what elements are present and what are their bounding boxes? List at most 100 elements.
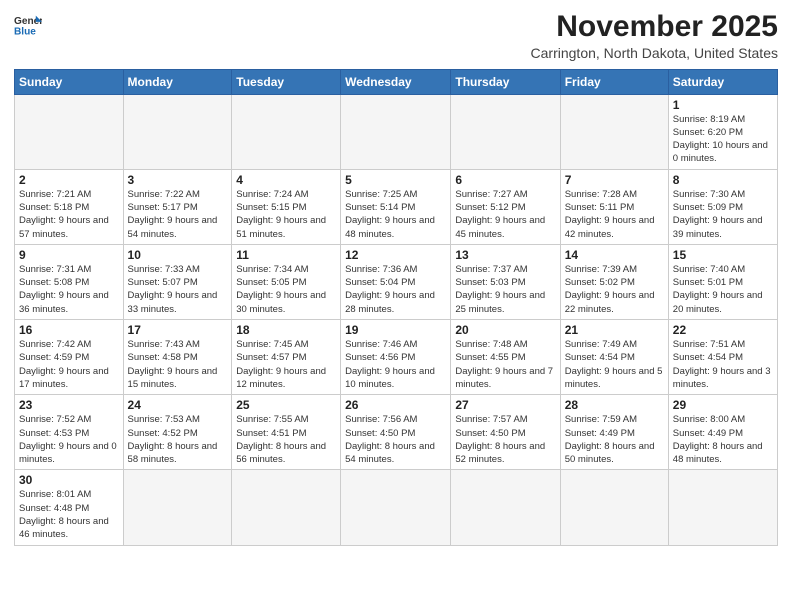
day-number: 18 xyxy=(236,323,336,337)
calendar-subtitle: Carrington, North Dakota, United States xyxy=(531,45,778,61)
calendar-cell xyxy=(560,470,668,545)
calendar-cell: 11Sunrise: 7:34 AM Sunset: 5:05 PM Dayli… xyxy=(232,244,341,319)
day-info: Sunrise: 7:37 AM Sunset: 5:03 PM Dayligh… xyxy=(455,263,555,316)
header-sunday: Sunday xyxy=(15,69,124,94)
calendar-cell xyxy=(560,94,668,169)
day-info: Sunrise: 8:00 AM Sunset: 4:49 PM Dayligh… xyxy=(673,413,773,466)
day-info: Sunrise: 7:22 AM Sunset: 5:17 PM Dayligh… xyxy=(128,188,228,241)
header-monday: Monday xyxy=(123,69,232,94)
header-saturday: Saturday xyxy=(668,69,777,94)
calendar-cell: 3Sunrise: 7:22 AM Sunset: 5:17 PM Daylig… xyxy=(123,169,232,244)
page: General Blue November 2025 Carrington, N… xyxy=(0,0,792,612)
day-info: Sunrise: 7:25 AM Sunset: 5:14 PM Dayligh… xyxy=(345,188,446,241)
calendar-cell xyxy=(341,470,451,545)
calendar-cell: 18Sunrise: 7:45 AM Sunset: 4:57 PM Dayli… xyxy=(232,320,341,395)
calendar-cell: 7Sunrise: 7:28 AM Sunset: 5:11 PM Daylig… xyxy=(560,169,668,244)
calendar-week-row: 30Sunrise: 8:01 AM Sunset: 4:48 PM Dayli… xyxy=(15,470,778,545)
day-info: Sunrise: 7:43 AM Sunset: 4:58 PM Dayligh… xyxy=(128,338,228,391)
day-number: 24 xyxy=(128,398,228,412)
calendar-week-row: 1Sunrise: 8:19 AM Sunset: 6:20 PM Daylig… xyxy=(15,94,778,169)
day-number: 30 xyxy=(19,473,119,487)
day-info: Sunrise: 7:59 AM Sunset: 4:49 PM Dayligh… xyxy=(565,413,664,466)
day-number: 21 xyxy=(565,323,664,337)
day-info: Sunrise: 7:57 AM Sunset: 4:50 PM Dayligh… xyxy=(455,413,555,466)
day-number: 13 xyxy=(455,248,555,262)
calendar-cell xyxy=(232,94,341,169)
calendar-cell: 10Sunrise: 7:33 AM Sunset: 5:07 PM Dayli… xyxy=(123,244,232,319)
day-info: Sunrise: 7:56 AM Sunset: 4:50 PM Dayligh… xyxy=(345,413,446,466)
day-info: Sunrise: 8:01 AM Sunset: 4:48 PM Dayligh… xyxy=(19,488,119,541)
day-info: Sunrise: 8:19 AM Sunset: 6:20 PM Dayligh… xyxy=(673,113,773,166)
calendar-cell: 1Sunrise: 8:19 AM Sunset: 6:20 PM Daylig… xyxy=(668,94,777,169)
day-number: 6 xyxy=(455,173,555,187)
calendar-cell: 5Sunrise: 7:25 AM Sunset: 5:14 PM Daylig… xyxy=(341,169,451,244)
day-info: Sunrise: 7:33 AM Sunset: 5:07 PM Dayligh… xyxy=(128,263,228,316)
day-info: Sunrise: 7:51 AM Sunset: 4:54 PM Dayligh… xyxy=(673,338,773,391)
day-info: Sunrise: 7:53 AM Sunset: 4:52 PM Dayligh… xyxy=(128,413,228,466)
day-info: Sunrise: 7:21 AM Sunset: 5:18 PM Dayligh… xyxy=(19,188,119,241)
day-info: Sunrise: 7:24 AM Sunset: 5:15 PM Dayligh… xyxy=(236,188,336,241)
calendar-cell: 4Sunrise: 7:24 AM Sunset: 5:15 PM Daylig… xyxy=(232,169,341,244)
calendar-cell xyxy=(232,470,341,545)
calendar-cell: 2Sunrise: 7:21 AM Sunset: 5:18 PM Daylig… xyxy=(15,169,124,244)
calendar-cell: 17Sunrise: 7:43 AM Sunset: 4:58 PM Dayli… xyxy=(123,320,232,395)
calendar-cell xyxy=(15,94,124,169)
header-thursday: Thursday xyxy=(451,69,560,94)
calendar-cell: 23Sunrise: 7:52 AM Sunset: 4:53 PM Dayli… xyxy=(15,395,124,470)
calendar-cell xyxy=(451,470,560,545)
day-number: 7 xyxy=(565,173,664,187)
day-number: 26 xyxy=(345,398,446,412)
generalblue-logo-icon: General Blue xyxy=(14,14,42,36)
day-number: 25 xyxy=(236,398,336,412)
day-info: Sunrise: 7:31 AM Sunset: 5:08 PM Dayligh… xyxy=(19,263,119,316)
day-info: Sunrise: 7:28 AM Sunset: 5:11 PM Dayligh… xyxy=(565,188,664,241)
header-friday: Friday xyxy=(560,69,668,94)
day-number: 5 xyxy=(345,173,446,187)
day-info: Sunrise: 7:55 AM Sunset: 4:51 PM Dayligh… xyxy=(236,413,336,466)
day-number: 28 xyxy=(565,398,664,412)
day-number: 8 xyxy=(673,173,773,187)
day-number: 20 xyxy=(455,323,555,337)
calendar-title: November 2025 xyxy=(531,10,778,45)
day-number: 15 xyxy=(673,248,773,262)
calendar-table: Sunday Monday Tuesday Wednesday Thursday… xyxy=(14,69,778,546)
logo: General Blue xyxy=(14,14,42,36)
calendar-cell xyxy=(451,94,560,169)
calendar-cell: 16Sunrise: 7:42 AM Sunset: 4:59 PM Dayli… xyxy=(15,320,124,395)
day-info: Sunrise: 7:45 AM Sunset: 4:57 PM Dayligh… xyxy=(236,338,336,391)
calendar-week-row: 16Sunrise: 7:42 AM Sunset: 4:59 PM Dayli… xyxy=(15,320,778,395)
calendar-cell xyxy=(123,470,232,545)
day-number: 16 xyxy=(19,323,119,337)
day-info: Sunrise: 7:39 AM Sunset: 5:02 PM Dayligh… xyxy=(565,263,664,316)
day-info: Sunrise: 7:27 AM Sunset: 5:12 PM Dayligh… xyxy=(455,188,555,241)
day-number: 1 xyxy=(673,98,773,112)
calendar-body: 1Sunrise: 8:19 AM Sunset: 6:20 PM Daylig… xyxy=(15,94,778,545)
day-number: 29 xyxy=(673,398,773,412)
calendar-header: Sunday Monday Tuesday Wednesday Thursday… xyxy=(15,69,778,94)
svg-text:Blue: Blue xyxy=(14,26,36,36)
day-info: Sunrise: 7:36 AM Sunset: 5:04 PM Dayligh… xyxy=(345,263,446,316)
calendar-cell: 15Sunrise: 7:40 AM Sunset: 5:01 PM Dayli… xyxy=(668,244,777,319)
day-number: 14 xyxy=(565,248,664,262)
calendar-cell: 28Sunrise: 7:59 AM Sunset: 4:49 PM Dayli… xyxy=(560,395,668,470)
day-info: Sunrise: 7:42 AM Sunset: 4:59 PM Dayligh… xyxy=(19,338,119,391)
day-number: 4 xyxy=(236,173,336,187)
day-info: Sunrise: 7:30 AM Sunset: 5:09 PM Dayligh… xyxy=(673,188,773,241)
calendar-week-row: 9Sunrise: 7:31 AM Sunset: 5:08 PM Daylig… xyxy=(15,244,778,319)
day-number: 10 xyxy=(128,248,228,262)
day-number: 12 xyxy=(345,248,446,262)
calendar-cell: 6Sunrise: 7:27 AM Sunset: 5:12 PM Daylig… xyxy=(451,169,560,244)
calendar-cell: 26Sunrise: 7:56 AM Sunset: 4:50 PM Dayli… xyxy=(341,395,451,470)
calendar-week-row: 2Sunrise: 7:21 AM Sunset: 5:18 PM Daylig… xyxy=(15,169,778,244)
calendar-cell: 21Sunrise: 7:49 AM Sunset: 4:54 PM Dayli… xyxy=(560,320,668,395)
day-info: Sunrise: 7:40 AM Sunset: 5:01 PM Dayligh… xyxy=(673,263,773,316)
calendar-cell: 22Sunrise: 7:51 AM Sunset: 4:54 PM Dayli… xyxy=(668,320,777,395)
day-number: 27 xyxy=(455,398,555,412)
calendar-header-row: Sunday Monday Tuesday Wednesday Thursday… xyxy=(15,69,778,94)
header-wednesday: Wednesday xyxy=(341,69,451,94)
calendar-cell: 27Sunrise: 7:57 AM Sunset: 4:50 PM Dayli… xyxy=(451,395,560,470)
day-number: 3 xyxy=(128,173,228,187)
header: General Blue November 2025 Carrington, N… xyxy=(14,10,778,61)
day-info: Sunrise: 7:34 AM Sunset: 5:05 PM Dayligh… xyxy=(236,263,336,316)
day-number: 9 xyxy=(19,248,119,262)
